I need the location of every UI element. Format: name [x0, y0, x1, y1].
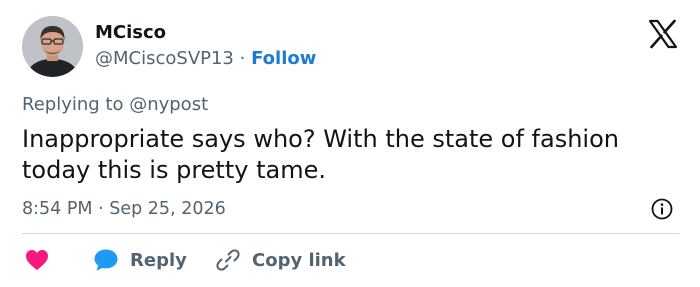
- follow-button[interactable]: Follow: [251, 48, 316, 69]
- timestamp-separator: ·: [98, 199, 104, 219]
- like-button[interactable]: [25, 247, 49, 273]
- reply-button[interactable]: Reply: [93, 247, 187, 273]
- action-bar: Reply Copy link: [22, 247, 682, 273]
- handle-separator: ·: [239, 48, 246, 69]
- x-logo-icon[interactable]: [648, 19, 678, 49]
- user-handle[interactable]: @MCiscoSVP13: [95, 48, 234, 69]
- reply-label: Reply: [130, 249, 187, 271]
- handle-row: @MCiscoSVP13 · Follow: [95, 48, 316, 70]
- avatar-photo: [22, 16, 83, 77]
- info-icon[interactable]: [651, 198, 673, 220]
- display-name[interactable]: MCisco: [95, 22, 166, 44]
- divider: [22, 233, 679, 234]
- heart-icon: [26, 250, 48, 270]
- avatar[interactable]: [22, 16, 83, 77]
- link-icon: [216, 249, 240, 271]
- tweet-time: 8:54 PM: [22, 199, 93, 219]
- tweet-date: Sep 25, 2026: [109, 199, 226, 219]
- tweet-text: Inappropriate says who? With the state o…: [22, 125, 619, 184]
- timestamp[interactable]: 8:54 PM · Sep 25, 2026: [22, 198, 226, 220]
- replying-to: Replying to @nypost: [22, 94, 209, 115]
- copy-link-label: Copy link: [252, 249, 346, 271]
- copy-link-button[interactable]: Copy link: [215, 247, 346, 273]
- speech-bubble-icon: [94, 249, 118, 271]
